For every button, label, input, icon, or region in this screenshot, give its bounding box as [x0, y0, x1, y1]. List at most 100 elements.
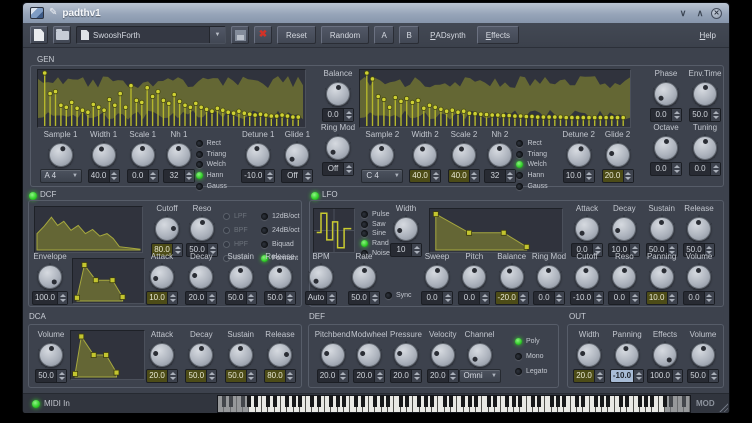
gen-ringmod-spin-arrows[interactable]: [343, 163, 353, 175]
piano-key-black-35[interactable]: [443, 396, 447, 407]
dcf-attack-spin-arrows[interactable]: [167, 292, 177, 304]
piano-key-black-53[interactable]: [556, 396, 560, 407]
gen-ringmod-knob[interactable]: [326, 136, 350, 160]
dcf-attack-spinbox[interactable]: 10.0: [146, 291, 178, 305]
dcf-sustain-spin-arrows[interactable]: [246, 292, 256, 304]
piano-key-black-7[interactable]: [266, 396, 270, 407]
gen-width2-spinbox[interactable]: 40.0: [409, 169, 441, 183]
env-handle-0[interactable]: [75, 295, 80, 300]
gen1-window-option-hann[interactable]: Hann: [196, 170, 239, 181]
out-width-spinbox[interactable]: 20.0: [573, 369, 605, 383]
def-velocity-knob[interactable]: [431, 343, 455, 367]
def-pitchbend-spinbox[interactable]: 20.0: [317, 369, 349, 383]
lfo-release-knob[interactable]: [687, 217, 711, 241]
lfo-balance-knob[interactable]: [500, 265, 524, 289]
dcf-cutoff-knob[interactable]: [155, 217, 179, 241]
gen-sample1-knob[interactable]: [49, 143, 73, 167]
piano-key-black-10[interactable]: [285, 396, 289, 407]
dca-release-spin-arrows[interactable]: [285, 370, 295, 382]
def-mode-option-mono[interactable]: Mono: [515, 349, 547, 364]
dcf-sustain-knob[interactable]: [229, 265, 253, 289]
gen-tuning-spinbox[interactable]: 0.0: [689, 162, 721, 176]
lfo-sweep-knob[interactable]: [425, 265, 449, 289]
gen-octave-knob[interactable]: [654, 136, 678, 160]
piano-key-black-18[interactable]: [336, 396, 340, 407]
piano-key-black-71[interactable]: [669, 396, 673, 407]
def-velocity-spin-arrows[interactable]: [448, 370, 458, 382]
gen-glide2-knob[interactable]: [606, 143, 630, 167]
lfo-rate-spinbox[interactable]: 50.0: [348, 291, 380, 305]
def-channel-knob[interactable]: [468, 343, 492, 367]
piano-key-black-39[interactable]: [468, 396, 472, 407]
preset-dropdown-arrow-icon[interactable]: ▼: [209, 27, 225, 43]
piano-key-black-59[interactable]: [594, 396, 598, 407]
lfo-reso-spinbox[interactable]: 0.0: [608, 291, 640, 305]
lfo-bpm-knob[interactable]: [309, 265, 333, 289]
out-width-knob[interactable]: [577, 343, 601, 367]
dca-volume-spin-arrows[interactable]: [56, 370, 66, 382]
gen-nh2-spinbox[interactable]: 32: [484, 169, 516, 183]
gen-scale2-knob[interactable]: [452, 143, 476, 167]
piano-key-black-52[interactable]: [550, 396, 554, 407]
gen-detune1-knob[interactable]: [246, 143, 270, 167]
gen2-window-option-hann[interactable]: Hann: [516, 170, 559, 181]
lfo-pitch-spin-arrows[interactable]: [479, 292, 489, 304]
def-velocity-spinbox[interactable]: 20.0: [427, 369, 459, 383]
gen-scale2-spinbox[interactable]: 40.0: [448, 169, 480, 183]
dcf-release-spinbox[interactable]: 50.0: [264, 291, 296, 305]
piano-key-black-29[interactable]: [405, 396, 409, 407]
gen-nh1-spin-arrows[interactable]: [184, 170, 194, 182]
piano-key-black-15[interactable]: [317, 396, 321, 407]
def-pitchbend-spin-arrows[interactable]: [338, 370, 348, 382]
dca-attack-spin-arrows[interactable]: [167, 370, 177, 382]
gen1-window-option-triang[interactable]: Triang: [196, 149, 239, 160]
env-handle-3[interactable]: [104, 353, 109, 358]
piano-key-black-19[interactable]: [342, 396, 346, 407]
lfo-balance-spin-arrows[interactable]: [518, 292, 528, 304]
dca-attack-knob[interactable]: [150, 343, 174, 367]
env-handle-2[interactable]: [501, 230, 506, 235]
gen-envtime-spinbox[interactable]: 50.0: [689, 108, 721, 122]
gen-tuning-knob[interactable]: [693, 136, 717, 160]
dcf-envelope-display[interactable]: [72, 258, 145, 304]
piano-keyboard[interactable]: [217, 395, 691, 413]
gen-glide2-spin-arrows[interactable]: [623, 170, 633, 182]
gen-width1-spin-arrows[interactable]: [109, 170, 119, 182]
gen-width1-spinbox[interactable]: 40.0: [88, 169, 120, 183]
def-modwheel-spin-arrows[interactable]: [374, 370, 384, 382]
env-handle-2[interactable]: [91, 353, 96, 358]
gen-glide2-spinbox[interactable]: 20.0: [602, 169, 634, 183]
dcf-attack-knob[interactable]: [150, 265, 174, 289]
dcf-reso-knob[interactable]: [190, 217, 214, 241]
piano-key-black-57[interactable]: [581, 396, 585, 407]
piano-key-black-70[interactable]: [663, 396, 667, 407]
help-button[interactable]: Help: [694, 26, 722, 44]
piano-key-black-49[interactable]: [531, 396, 535, 407]
lfo-rate-spin-arrows[interactable]: [369, 292, 379, 304]
gen-glide1-knob[interactable]: [285, 143, 309, 167]
out-panning-knob[interactable]: [615, 343, 639, 367]
gen-glide1-spin-arrows[interactable]: [302, 170, 312, 182]
lfo-sync-toggle[interactable]: Sync: [385, 292, 412, 299]
env-handle-1[interactable]: [79, 334, 84, 339]
padsynth-button[interactable]: PADsynth: [424, 26, 472, 44]
lfo-reso-knob[interactable]: [612, 265, 636, 289]
def-pressure-spinbox[interactable]: 20.0: [390, 369, 422, 383]
gen-octave-spinbox[interactable]: 0.0: [650, 162, 682, 176]
bank-b-button[interactable]: B: [399, 26, 419, 44]
lfo-pitch-spinbox[interactable]: 0.0: [458, 291, 490, 305]
dcf-release-knob[interactable]: [268, 265, 292, 289]
lfo-bpm-spin-arrows[interactable]: [326, 292, 336, 304]
lfo-panning-knob[interactable]: [650, 265, 674, 289]
piano-key-black-38[interactable]: [461, 396, 465, 407]
def-pitchbend-knob[interactable]: [321, 343, 345, 367]
dca-release-knob[interactable]: [268, 343, 292, 367]
gen-nh2-spin-arrows[interactable]: [505, 170, 515, 182]
lfo-attack-knob[interactable]: [575, 217, 599, 241]
gen-nh2-knob[interactable]: [488, 143, 512, 167]
env-handle-1[interactable]: [467, 230, 472, 235]
out-width-spin-arrows[interactable]: [594, 370, 604, 382]
gen-nh1-knob[interactable]: [167, 143, 191, 167]
out-effects-spin-arrows[interactable]: [672, 370, 682, 382]
piano-key-black-3[interactable]: [241, 396, 245, 407]
